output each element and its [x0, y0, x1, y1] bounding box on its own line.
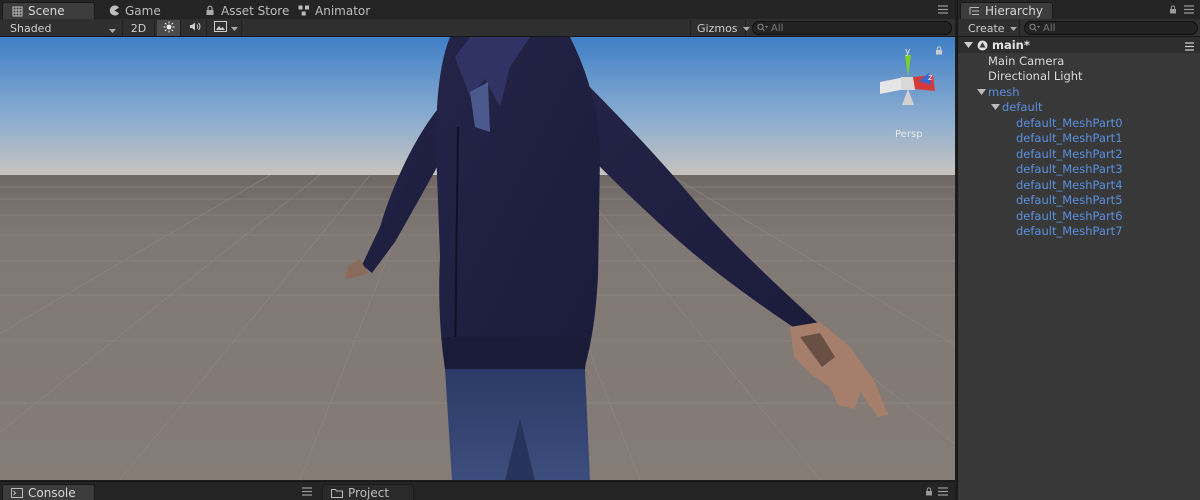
expand-arrow-icon[interactable]	[990, 102, 1000, 112]
speaker-icon	[189, 21, 201, 35]
chevron-down-icon	[742, 22, 750, 35]
hierarchy-item-meshpart[interactable]: default_MeshPart3	[958, 161, 1200, 176]
tab-project-label: Project	[348, 486, 390, 500]
axis-y-cone[interactable]	[905, 55, 911, 77]
tab-animator-label: Animator	[315, 3, 371, 18]
hierarchy-item-label: Main Camera	[988, 53, 1065, 68]
console-panel-menu-icon[interactable]	[936, 486, 950, 496]
hierarchy-panel: Hierarchy Create main*	[957, 0, 1200, 500]
search-icon	[1029, 22, 1041, 35]
gizmos-dropdown[interactable]: Gizmos	[690, 20, 750, 36]
gizmos-label: Gizmos	[697, 21, 738, 35]
scene-toolbar: Shaded 2D Gizmos	[0, 19, 955, 37]
projection-label[interactable]: Persp	[895, 129, 923, 140]
scene-tab-bar: Scene Game Asset Store Animator	[0, 0, 955, 19]
toggle-2d-button[interactable]: 2D	[123, 20, 155, 36]
scene-menu-icon[interactable]	[1184, 40, 1195, 54]
lock-icon	[204, 5, 216, 17]
tab-scene-label: Scene	[28, 4, 65, 18]
bottom-tab-bar: Console Project	[0, 481, 955, 500]
hierarchy-item-meshpart[interactable]: default_MeshPart4	[958, 177, 1200, 192]
axis-z-label: z	[928, 73, 933, 83]
hierarchy-item-meshpart[interactable]: default_MeshPart2	[958, 146, 1200, 161]
hierarchy-item-meshpart[interactable]: default_MeshPart7	[958, 223, 1200, 238]
scene-panel-menu-icon[interactable]	[936, 4, 950, 14]
axis-y-label: y	[905, 47, 911, 57]
hierarchy-item-label: Directional Light	[988, 68, 1083, 83]
hierarchy-tab-bar: Hierarchy	[958, 0, 1200, 19]
scene-search-box[interactable]	[752, 21, 952, 35]
expand-arrow-icon[interactable]	[963, 40, 973, 50]
hierarchy-item-label: default_MeshPart4	[1016, 177, 1123, 192]
create-dropdown[interactable]: Create	[958, 20, 1020, 36]
lock-icon[interactable]	[1169, 4, 1177, 17]
tab-console[interactable]: Console	[2, 484, 95, 500]
scene-search-input[interactable]	[771, 22, 951, 34]
image-icon	[214, 21, 227, 35]
scene-lighting-button[interactable]	[157, 20, 181, 36]
unity-logo-icon	[977, 40, 988, 51]
draw-mode-dropdown[interactable]: Shaded	[0, 20, 123, 36]
hierarchy-toolbar: Create	[958, 19, 1200, 37]
list-icon	[969, 5, 980, 17]
tab-asset-store[interactable]: Asset Store	[196, 2, 299, 19]
scene-name-label: main*	[992, 38, 1030, 52]
hierarchy-item-label: default_MeshPart0	[1016, 115, 1123, 130]
create-label: Create	[968, 21, 1005, 35]
hierarchy-item-directional-light[interactable]: Directional Light	[958, 68, 1200, 83]
pacman-icon	[108, 5, 120, 17]
view-orientation-gizmo[interactable]: y z Persp	[875, 45, 945, 140]
hierarchy-search-box[interactable]	[1024, 21, 1198, 35]
hierarchy-search-input[interactable]	[1043, 22, 1197, 34]
panel-menu-icon[interactable]	[300, 486, 314, 496]
hierarchy-item-meshpart[interactable]: default_MeshPart1	[958, 130, 1200, 145]
chevron-down-icon	[109, 24, 116, 37]
hierarchy-item-meshpart[interactable]: default_MeshPart0	[958, 115, 1200, 130]
hierarchy-item-mesh[interactable]: mesh	[958, 84, 1200, 99]
chevron-down-icon	[231, 22, 238, 35]
animator-icon	[298, 5, 310, 17]
hierarchy-item-label: mesh	[988, 84, 1020, 99]
scene-root-row[interactable]: main*	[958, 37, 1200, 53]
hierarchy-item-main-camera[interactable]: Main Camera	[958, 53, 1200, 68]
search-icon	[757, 22, 769, 35]
folder-icon	[331, 487, 343, 499]
tab-game[interactable]: Game	[100, 2, 171, 19]
hierarchy-item-meshpart[interactable]: default_MeshPart5	[958, 192, 1200, 207]
tab-scene[interactable]: Scene	[2, 2, 95, 19]
expand-arrow-icon[interactable]	[976, 87, 986, 97]
sun-icon	[163, 21, 175, 36]
hierarchy-item-meshpart[interactable]: default_MeshPart6	[958, 208, 1200, 223]
tab-project[interactable]: Project	[322, 484, 414, 500]
scene-grid-icon	[11, 5, 23, 17]
axis-y-neg-cone[interactable]	[902, 89, 914, 105]
toggle-2d-label: 2D	[130, 21, 147, 35]
tab-game-label: Game	[125, 3, 161, 18]
hierarchy-item-label: default	[1002, 99, 1043, 114]
lock-icon[interactable]	[935, 45, 943, 58]
hierarchy-panel-menu-icon[interactable]	[1182, 4, 1196, 14]
hierarchy-item-label: default_MeshPart3	[1016, 161, 1123, 176]
tab-animator[interactable]: Animator	[290, 2, 380, 19]
chevron-down-icon	[1009, 22, 1017, 35]
draw-mode-label: Shaded	[10, 21, 52, 35]
hierarchy-item-label: default_MeshPart6	[1016, 208, 1123, 223]
scene-audio-button[interactable]	[183, 20, 207, 36]
tab-console-label: Console	[28, 486, 76, 500]
console-icon	[11, 487, 23, 499]
tab-hierarchy[interactable]: Hierarchy	[960, 2, 1053, 19]
hierarchy-item-label: default_MeshPart7	[1016, 223, 1123, 238]
hierarchy-item-label: default_MeshPart1	[1016, 130, 1123, 145]
axis-center-cube[interactable]	[901, 77, 915, 90]
tab-hierarchy-label: Hierarchy	[985, 4, 1044, 18]
lock-icon[interactable]	[925, 486, 933, 499]
scene-viewport[interactable]: y z Persp	[0, 37, 955, 480]
scene-render	[0, 37, 955, 480]
hierarchy-item-label: default_MeshPart2	[1016, 146, 1123, 161]
hierarchy-item-default[interactable]: default	[958, 99, 1200, 114]
tab-asset-store-label: Asset Store	[221, 3, 290, 18]
scene-effects-dropdown[interactable]	[209, 20, 242, 36]
hierarchy-item-label: default_MeshPart5	[1016, 192, 1123, 207]
